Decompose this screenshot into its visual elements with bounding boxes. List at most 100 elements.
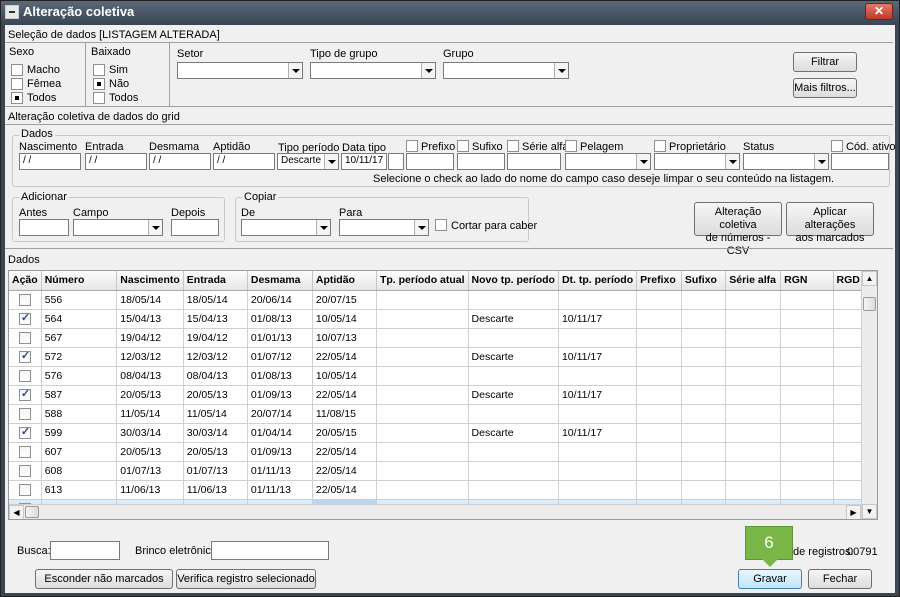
chevron-down-icon[interactable] <box>554 63 568 78</box>
table-cell[interactable]: 18/05/14 <box>116 290 184 310</box>
table-cell[interactable] <box>636 480 682 500</box>
table-cell[interactable] <box>468 461 559 481</box>
table-cell[interactable]: Descarte <box>468 423 559 443</box>
chevron-down-icon[interactable] <box>324 154 338 169</box>
table-cell[interactable]: 15/04/13 <box>116 309 184 329</box>
cod-ativo-field[interactable] <box>831 153 889 170</box>
row-checkbox[interactable] <box>18 311 31 325</box>
table-cell[interactable]: 19/04/12 <box>116 328 184 348</box>
table-cell[interactable]: 01/09/13 <box>247 442 313 462</box>
table-cell[interactable]: 608 <box>41 461 118 481</box>
table-cell[interactable] <box>780 366 834 386</box>
column-header[interactable]: Entrada <box>183 271 248 291</box>
gravar-button[interactable]: Gravar <box>738 569 802 589</box>
table-cell[interactable] <box>681 423 727 443</box>
chevron-down-icon[interactable] <box>725 154 739 169</box>
table-cell[interactable] <box>636 423 682 443</box>
sexo-macho-checkbox[interactable] <box>11 64 23 76</box>
table-cell[interactable]: 19/04/12 <box>183 328 248 348</box>
table-cell[interactable] <box>558 461 638 481</box>
table-cell[interactable] <box>780 461 834 481</box>
table-cell[interactable]: 30/03/14 <box>116 423 184 443</box>
table-cell[interactable] <box>558 442 638 462</box>
column-header[interactable]: Número <box>41 271 118 291</box>
row-checkbox[interactable] <box>18 349 31 363</box>
table-cell[interactable] <box>558 290 638 310</box>
horizontal-scrollbar[interactable]: ◀ ▶ <box>9 504 861 519</box>
row-checkbox[interactable] <box>18 369 31 382</box>
chevron-down-icon[interactable] <box>814 154 828 169</box>
close-button[interactable]: ✕ <box>865 3 893 20</box>
table-cell[interactable]: 10/05/14 <box>312 366 377 386</box>
table-cell[interactable] <box>725 309 782 329</box>
table-row[interactable]: 576 08/04/13 08/04/13 01/08/13 10/05/14 <box>9 366 877 386</box>
table-cell[interactable]: 01/08/13 <box>247 366 313 386</box>
data-tipo-field[interactable]: 10/11/17 <box>341 153 387 170</box>
scroll-thumb[interactable] <box>863 297 876 311</box>
table-cell[interactable]: 20/07/14 <box>247 404 313 424</box>
table-cell[interactable]: 22/05/14 <box>312 480 377 500</box>
table-cell[interactable] <box>681 404 727 424</box>
table-cell[interactable]: 11/08/15 <box>312 404 377 424</box>
data-grid[interactable]: Ação Número Nascimento Entrada Desmama Aptidã… <box>8 270 878 520</box>
table-cell[interactable] <box>558 480 638 500</box>
table-cell[interactable]: 20/07/15 <box>312 290 377 310</box>
table-cell[interactable] <box>376 461 469 481</box>
table-cell[interactable]: 01/07/13 <box>183 461 248 481</box>
desmama-field[interactable]: / / <box>149 153 211 170</box>
table-cell[interactable]: 22/05/14 <box>312 385 377 405</box>
table-cell[interactable] <box>780 309 834 329</box>
baixado-sim-checkbox[interactable] <box>93 64 105 76</box>
table-cell[interactable] <box>681 366 727 386</box>
proprietario-select[interactable] <box>654 153 740 170</box>
baixado-nao-checkbox[interactable] <box>93 78 105 90</box>
table-cell[interactable]: 572 <box>41 347 118 367</box>
table-cell[interactable]: 11/05/14 <box>116 404 184 424</box>
row-checkbox[interactable] <box>18 483 31 496</box>
table-cell[interactable]: 12/03/12 <box>183 347 248 367</box>
chevron-down-icon[interactable] <box>288 63 302 78</box>
table-cell[interactable]: 599 <box>41 423 118 443</box>
table-cell[interactable] <box>468 366 559 386</box>
grupo-select[interactable] <box>443 62 569 79</box>
table-cell[interactable] <box>636 404 682 424</box>
column-header[interactable]: Série alfa <box>725 271 782 291</box>
table-cell[interactable] <box>636 328 682 348</box>
table-cell[interactable] <box>636 290 682 310</box>
table-cell[interactable] <box>681 347 727 367</box>
table-cell[interactable] <box>636 366 682 386</box>
verifica-registro-button[interactable]: Verifica registro selecionado <box>176 569 316 589</box>
table-cell[interactable]: 01/07/13 <box>116 461 184 481</box>
prefixo-clear-checkbox[interactable] <box>406 140 418 152</box>
chevron-down-icon[interactable] <box>636 154 650 169</box>
table-cell[interactable] <box>636 385 682 405</box>
scroll-up-icon[interactable]: ▲ <box>862 271 877 286</box>
scroll-down-icon[interactable]: ▼ <box>862 504 877 519</box>
column-header[interactable]: Aptidão <box>312 271 377 291</box>
table-cell[interactable] <box>780 423 834 443</box>
fechar-button[interactable]: Fechar <box>808 569 872 589</box>
table-cell[interactable] <box>558 328 638 348</box>
table-row[interactable]: 59930/03/1430/03/1401/04/1420/05/15Desca… <box>9 423 877 443</box>
table-cell[interactable]: 08/04/13 <box>116 366 184 386</box>
entrada-field[interactable]: / / <box>85 153 147 170</box>
table-cell[interactable]: 15/04/13 <box>183 309 248 329</box>
table-cell[interactable]: 607 <box>41 442 118 462</box>
table-cell[interactable] <box>780 480 834 500</box>
table-cell[interactable] <box>681 442 727 462</box>
table-cell[interactable]: 576 <box>41 366 118 386</box>
column-header[interactable]: Tp. período atual <box>376 271 469 291</box>
setor-select[interactable] <box>177 62 303 79</box>
chevron-down-icon[interactable] <box>414 220 428 235</box>
table-cell[interactable]: 10/11/17 <box>558 309 638 329</box>
table-cell[interactable]: 20/05/13 <box>116 385 184 405</box>
table-row[interactable]: 588 11/05/14 11/05/14 20/07/14 11/08/15 <box>9 404 877 424</box>
table-cell[interactable]: 01/08/13 <box>247 309 313 329</box>
table-cell[interactable]: 20/05/13 <box>183 385 248 405</box>
table-cell[interactable]: 01/11/13 <box>247 461 313 481</box>
row-checkbox[interactable] <box>18 464 31 477</box>
prefixo-field[interactable] <box>406 153 454 170</box>
table-cell[interactable]: 22/05/14 <box>312 461 377 481</box>
campo-select[interactable] <box>73 219 163 236</box>
row-checkbox[interactable] <box>18 425 31 439</box>
